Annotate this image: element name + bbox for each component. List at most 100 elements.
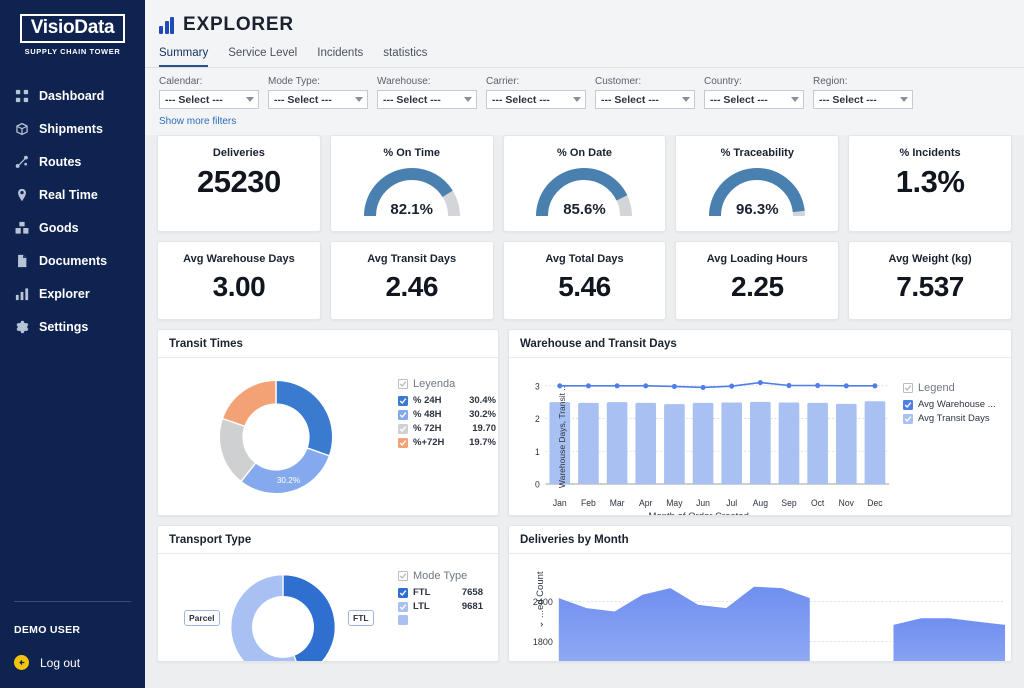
box-icon [14, 122, 29, 137]
warehouse-transit-legend: Legend Avg Warehouse ... Avg Transit Day… [899, 358, 1011, 515]
kpi-label: Avg Transit Days [367, 253, 457, 265]
sidebar-item-shipments[interactable]: Shipments [0, 113, 145, 146]
y-axis-text: ...ed Count [535, 571, 547, 618]
sidebar-item-label: Dashboard [39, 89, 105, 104]
kpi-value: 85.6% [563, 201, 606, 218]
legend-master-checkbox[interactable] [903, 383, 913, 393]
region-select[interactable]: --- Select --- [813, 90, 913, 109]
legend-title-row[interactable]: Mode Type [398, 570, 498, 582]
legend-value: 7658 [461, 587, 483, 598]
svg-text:Feb: Feb [581, 498, 596, 508]
brand-name: VisioData [19, 14, 126, 43]
legend-item[interactable]: % 72H 19.70 [398, 423, 498, 434]
legend-checkbox[interactable] [398, 437, 408, 448]
sidebar-item-explorer[interactable]: Explorer [0, 278, 145, 311]
legend-item[interactable]: % 48H 30.2% [398, 409, 498, 420]
gauge-traceability: 96.3% [705, 166, 809, 220]
sidebar-item-routes[interactable]: Routes [0, 146, 145, 179]
current-user-label: DEMO USER [14, 624, 81, 636]
warehouse-select[interactable]: --- Select --- [377, 90, 477, 109]
legend-label: Avg Transit Days [918, 413, 990, 424]
logout-button[interactable]: Log out [14, 655, 131, 670]
legend-value: 30.2% [469, 409, 496, 420]
legend-item[interactable]: FTL 7658 [398, 587, 498, 598]
kpi-value: 5.46 [558, 271, 611, 302]
legend-checkbox[interactable] [398, 409, 408, 420]
svg-text:30.2%: 30.2% [277, 475, 301, 484]
filter-label: Country: [704, 76, 742, 87]
filter-warehouse: Warehouse: --- Select --- [377, 76, 486, 109]
route-icon [14, 155, 29, 170]
legend-checkbox[interactable] [398, 601, 408, 612]
legend-checkbox[interactable] [903, 399, 913, 410]
legend-value: 19.70 [472, 423, 496, 434]
customer-select[interactable]: --- Select --- [595, 90, 695, 109]
legend-item[interactable]: Avg Transit Days [903, 413, 1011, 424]
document-icon [14, 254, 29, 269]
svg-text:1: 1 [535, 447, 540, 457]
sidebar-item-goods[interactable]: Goods [0, 212, 145, 245]
legend-title-row[interactable]: Leyenda [398, 378, 498, 390]
kpi-label: Avg Loading Hours [706, 253, 808, 265]
page-title: EXPLORER [183, 14, 294, 35]
page-header: EXPLORER [145, 10, 1024, 36]
filter-label: Warehouse: [377, 76, 431, 87]
legend-checkbox[interactable] [398, 395, 408, 406]
kpi-label: % Incidents [899, 147, 961, 159]
tab-incidents[interactable]: Incidents [317, 47, 363, 67]
logout-icon [14, 655, 29, 670]
legend-checkbox[interactable] [398, 587, 408, 598]
transit-times-donut[interactable]: 30.2% [158, 358, 394, 515]
sidebar-item-real-time[interactable]: Real Time [0, 179, 145, 212]
legend-item[interactable]: LTL 9681 [398, 601, 498, 612]
legend-checkbox[interactable] [903, 413, 913, 424]
mode-type-select[interactable]: --- Select --- [268, 90, 368, 109]
warehouse-transit-chart[interactable]: Warehouse Days, Transit .. 0 1 2 3 Jan Feb Ma… [509, 358, 899, 515]
tab-summary[interactable]: Summary [159, 47, 209, 67]
svg-text:3: 3 [535, 381, 540, 391]
svg-text:2: 2 [535, 414, 540, 424]
legend-checkbox[interactable] [398, 615, 408, 625]
legend-title-row[interactable]: Legend [903, 382, 1011, 394]
legend-item-partial[interactable] [398, 615, 498, 625]
transport-type-donut[interactable]: Parcel FTL [158, 554, 394, 661]
sidebar-item-settings[interactable]: Settings [0, 311, 145, 344]
filter-region: Region: --- Select --- [813, 76, 922, 109]
kpi-avg-weight: Avg Weight (kg) 7.537 [848, 241, 1012, 320]
filter-label: Carrier: [486, 76, 520, 87]
panel-title: Deliveries by Month [509, 526, 1011, 554]
sidebar-item-dashboard[interactable]: Dashboard [0, 80, 145, 113]
kpi-on-date: % On Date 85.6% [502, 135, 667, 232]
panel-deliveries-by-month: Deliveries by Month ⌄ ...ed Count 1800 24… [508, 525, 1012, 662]
kpi-on-time: % On Time 82.1% [329, 135, 494, 232]
brand-logo: VisioData SUPPLY CHAIN TOWER [0, 0, 145, 62]
tab-service-level[interactable]: Service Level [228, 47, 297, 67]
gear-icon [14, 320, 29, 335]
legend-label: % 48H [413, 409, 442, 420]
kpi-value: 1.3% [895, 164, 965, 199]
panel-warehouse-transit: Warehouse and Transit Days Warehouse Day… [508, 329, 1012, 516]
show-more-filters-link[interactable]: Show more filters [145, 109, 1024, 135]
calendar-select[interactable]: --- Select --- [159, 90, 259, 109]
kpi-value: 2.46 [385, 271, 438, 302]
legend-master-checkbox[interactable] [398, 571, 408, 581]
tab-bar: Summary Service Level Incidents statisti… [145, 36, 1024, 68]
deliveries-area-chart[interactable]: ⌄ ...ed Count 1800 2400 [509, 554, 1011, 661]
carrier-select[interactable]: --- Select --- [486, 90, 586, 109]
legend-item[interactable]: %+72H 19.7% [398, 437, 498, 448]
legend-checkbox[interactable] [398, 423, 408, 434]
legend-master-checkbox[interactable] [398, 379, 408, 389]
sidebar-item-documents[interactable]: Documents [0, 245, 145, 278]
country-select[interactable]: --- Select --- [704, 90, 804, 109]
filter-label: Mode Type: [268, 76, 321, 87]
bar-chart-icon [159, 16, 174, 34]
legend-item[interactable]: Avg Warehouse ... [903, 399, 1011, 410]
tab-statistics[interactable]: statistics [383, 47, 427, 67]
filter-mode-type: Mode Type: --- Select --- [268, 76, 377, 109]
bar-chart-icon [14, 287, 29, 302]
chevron-down-icon[interactable]: ⌄ [752, 511, 760, 515]
x-axis-label[interactable]: Month of Order Created ⌄ [513, 510, 895, 515]
legend-item[interactable]: % 24H 30.4% [398, 395, 498, 406]
kpi-avg-transit-days: Avg Transit Days 2.46 [329, 241, 494, 320]
kpi-avg-loading-hours: Avg Loading Hours 2.25 [675, 241, 840, 320]
